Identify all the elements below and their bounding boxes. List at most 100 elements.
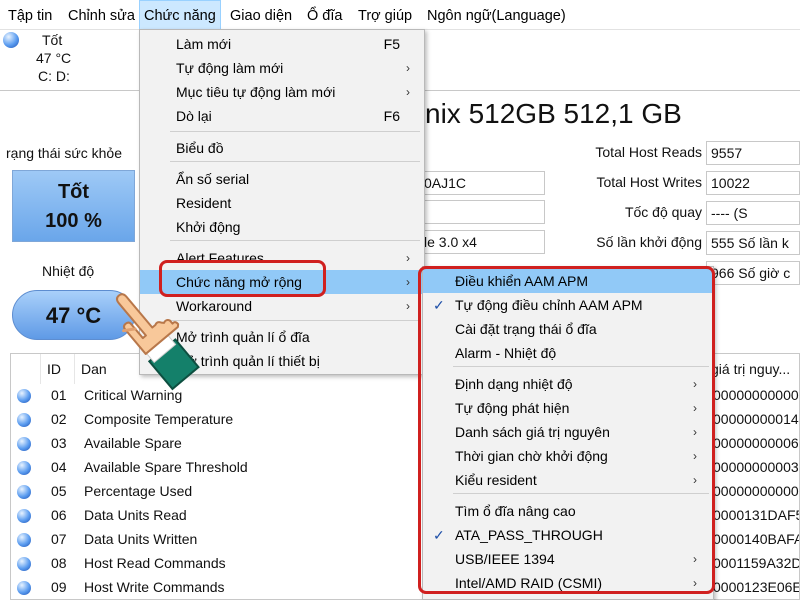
menu-item-auto-detect[interactable]: Tự động phát hiện › <box>423 396 713 420</box>
menu-item-label: Resident <box>176 195 232 211</box>
menu-separator <box>170 240 420 241</box>
menu-item-label: Tự động phát hiện <box>455 400 570 416</box>
menu-item-label: Thời gian chờ khởi động <box>455 448 608 464</box>
menu-item-label: Dò lại <box>176 108 212 124</box>
row-id: 06 <box>51 507 67 523</box>
menu-item-label: Khởi động <box>176 219 241 235</box>
menu-item-label: Làm mới <box>176 36 232 52</box>
menu-item-label: Định dạng nhiệt độ <box>455 376 573 392</box>
menu-help[interactable]: Trợ giúp <box>354 0 416 30</box>
row-attribute-name: Data Units Read <box>84 507 187 523</box>
menu-separator <box>453 366 709 367</box>
menu-view[interactable]: Giao diện <box>226 0 296 30</box>
table-header-id[interactable]: ID <box>41 354 75 384</box>
menu-item-label: Tự động điều chỉnh AAM APM <box>455 297 643 313</box>
menu-item-label: Alert Features <box>176 250 264 266</box>
health-status-box: Tốt 100 % <box>12 170 135 242</box>
menu-item-label: Kiểu resident <box>455 472 537 488</box>
menu-item-rescan[interactable]: Dò lại F6 <box>140 104 424 128</box>
menu-language[interactable]: Ngôn ngữ(Language) <box>423 0 570 30</box>
info-blank <box>420 200 545 224</box>
menu-item-label: Cài đặt trạng thái ổ đĩa <box>455 321 597 337</box>
extended-functions-submenu: Điều khiển AAM APM ✓ Tự động điều chỉnh AA… <box>422 266 714 600</box>
menu-item-label: USB/IEEE 1394 <box>455 551 555 567</box>
menu-item-startup[interactable]: Khởi động <box>140 215 424 239</box>
status-dot-icon <box>17 557 31 571</box>
disk-status: Tốt <box>42 32 63 48</box>
submenu-arrow-icon: › <box>406 251 410 265</box>
menu-item-label: Ẩn số serial <box>176 171 250 187</box>
status-dot-icon <box>17 413 31 427</box>
menu-disk[interactable]: Ổ đĩa <box>303 0 346 30</box>
health-label: rạng thái sức khỏe <box>6 145 122 161</box>
menu-item-shortcut: F6 <box>383 108 400 124</box>
menu-item-startup-wait-time[interactable]: Thời gian chờ khởi động › <box>423 444 713 468</box>
table-header-raw[interactable]: giá trị nguy... <box>705 354 799 384</box>
status-dot-icon <box>17 533 31 547</box>
submenu-arrow-icon: › <box>406 299 410 313</box>
menu-item-hide-serial[interactable]: Ẩn số serial <box>140 167 424 191</box>
row-id: 01 <box>51 387 67 403</box>
status-dot-icon <box>17 485 31 499</box>
submenu-arrow-icon: › <box>693 449 697 463</box>
info-label-writes: Total Host Writes <box>596 174 702 190</box>
menu-item-aam-apm-control[interactable]: Điều khiển AAM APM <box>423 269 713 293</box>
menu-item-resident-style[interactable]: Kiểu resident › <box>423 468 713 492</box>
info-value-rotation: ---- (S <box>706 201 800 225</box>
row-id: 03 <box>51 435 67 451</box>
menu-item-auto-aam-apm[interactable]: ✓ Tự động điều chỉnh AAM APM <box>423 293 713 317</box>
submenu-arrow-icon: › <box>693 401 697 415</box>
menu-item-refresh[interactable]: Làm mới F5 <box>140 32 424 56</box>
info-label-rotation: Tốc độ quay <box>624 204 702 220</box>
menu-item-alert-features[interactable]: Alert Features › <box>140 246 424 270</box>
submenu-arrow-icon: › <box>693 473 697 487</box>
submenu-arrow-icon: › <box>406 275 410 289</box>
menu-item-auto-refresh[interactable]: Tự động làm mới › <box>140 56 424 80</box>
row-id: 05 <box>51 483 67 499</box>
menu-edit[interactable]: Chỉnh sửa <box>64 0 139 30</box>
disk-drives: C: D: <box>38 68 70 84</box>
row-attribute-name: Host Read Commands <box>84 555 226 571</box>
menu-item-usb-ieee-1394[interactable]: USB/IEEE 1394 › <box>423 547 713 571</box>
row-raw-value: 0000140BAFA <box>713 531 800 547</box>
info-serial: 0AJ1C <box>420 171 545 195</box>
menu-item-alarm-temperature[interactable]: Alarm - Nhiệt độ <box>423 341 713 365</box>
drive-title: nix 512GB 512,1 GB <box>425 98 682 129</box>
info-label-reads: Total Host Reads <box>595 144 702 160</box>
menu-separator <box>453 493 709 494</box>
menu-item-temperature-format[interactable]: Định dạng nhiệt độ › <box>423 372 713 396</box>
status-dot-icon <box>17 389 31 403</box>
menu-item-raw-values-list[interactable]: Danh sách giá trị nguyên › <box>423 420 713 444</box>
row-attribute-name: Available Spare <box>84 435 182 451</box>
disk-temp: 47 °C <box>36 50 72 66</box>
info-value-writes: 10022 <box>706 171 800 195</box>
row-id: 02 <box>51 411 67 427</box>
check-icon: ✓ <box>433 527 445 543</box>
row-attribute-name: Host Write Commands <box>84 579 225 595</box>
menu-item-label: ATA_PASS_THROUGH <box>455 527 603 543</box>
row-raw-value: 0001159A32D <box>713 555 800 571</box>
menu-item-advanced-disk-search[interactable]: Tìm ổ đĩa nâng cao <box>423 499 713 523</box>
menu-item-ata-pass-through[interactable]: ✓ ATA_PASS_THROUGH <box>423 523 713 547</box>
menu-item-auto-refresh-target[interactable]: Mục tiêu tự động làm mới › <box>140 80 424 104</box>
menu-separator <box>170 161 420 162</box>
status-dot-icon <box>17 461 31 475</box>
menu-file[interactable]: Tập tin <box>4 0 56 30</box>
menu-item-drive-state-settings[interactable]: Cài đặt trạng thái ổ đĩa <box>423 317 713 341</box>
menu-item-graph[interactable]: Biểu đồ <box>140 136 424 160</box>
info-value-power-count: 555 Số lần k <box>706 231 800 255</box>
menu-item-shortcut: F5 <box>383 36 400 52</box>
row-id: 04 <box>51 459 67 475</box>
menu-item-label: Tìm ổ đĩa nâng cao <box>455 503 576 519</box>
pointer-hand-icon <box>115 293 200 391</box>
health-status: Tốt <box>57 181 90 203</box>
menu-item-resident[interactable]: Resident <box>140 191 424 215</box>
menu-separator <box>170 320 420 321</box>
menu-function[interactable]: Chức năng <box>139 0 221 30</box>
menubar: Tập tin Chỉnh sửa Chức năng Giao diện Ổ … <box>0 0 800 30</box>
row-attribute-name: Available Spare Threshold <box>84 459 248 475</box>
menu-item-intel-amd-raid[interactable]: Intel/AMD RAID (CSMI) › <box>423 571 713 595</box>
submenu-arrow-icon: › <box>406 61 410 75</box>
row-raw-value: 00000000003 <box>713 459 799 475</box>
menu-item-label: Điều khiển AAM APM <box>455 273 589 289</box>
